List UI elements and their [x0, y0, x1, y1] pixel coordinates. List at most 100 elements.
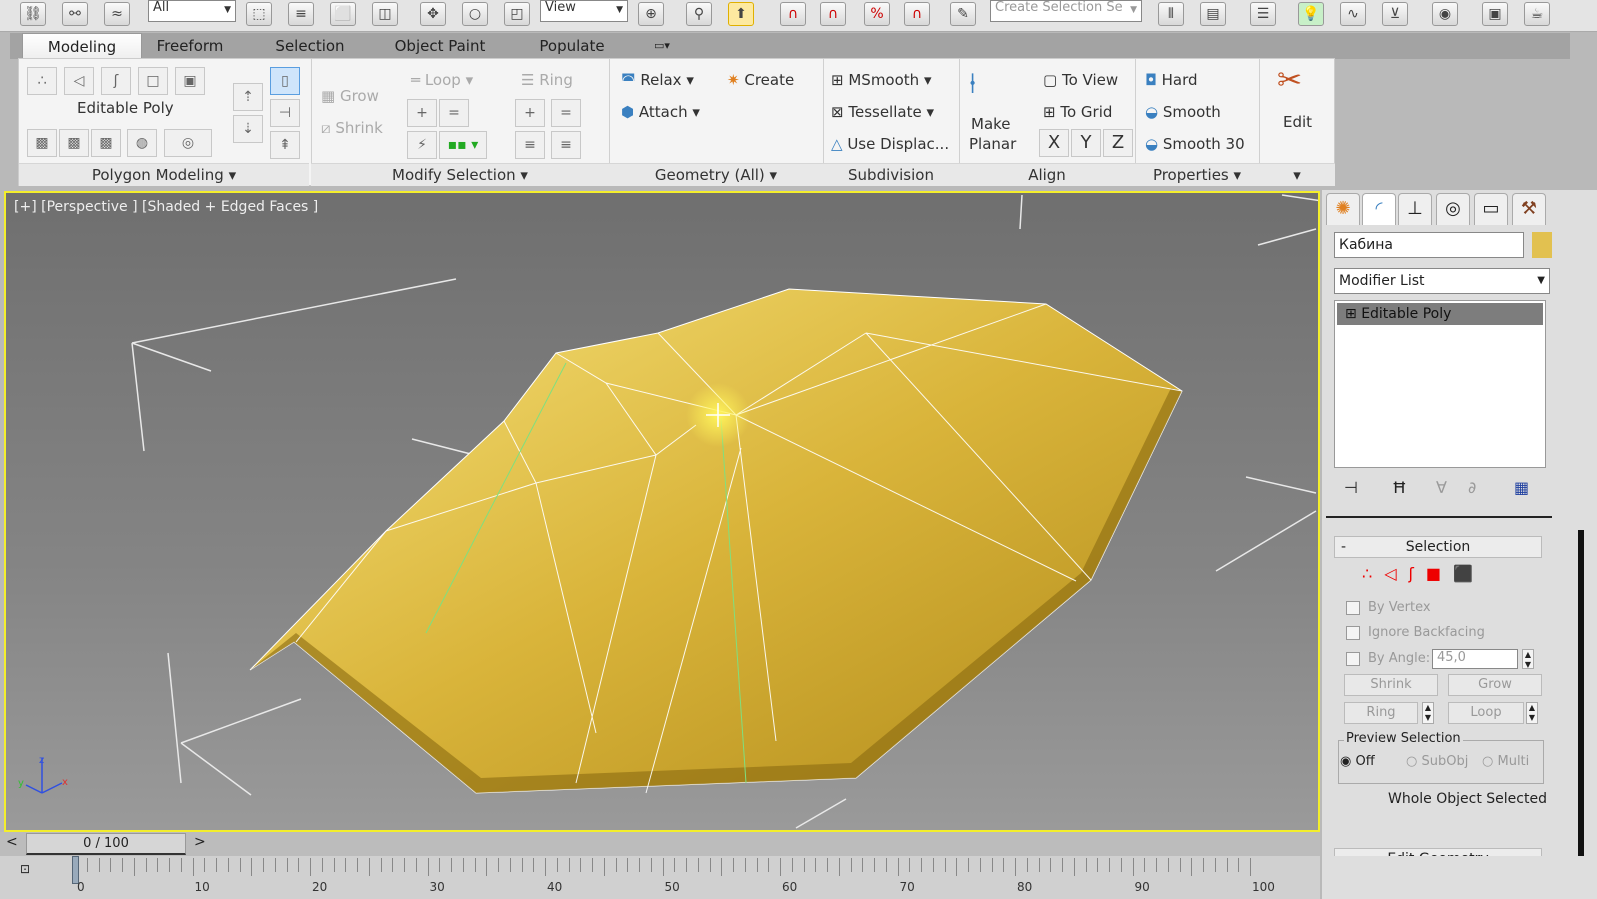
selection-rollout-header[interactable]: - Selection: [1334, 536, 1542, 558]
make-planar-icon[interactable]: ⍿: [969, 67, 976, 101]
panel-scrollbar[interactable]: [1578, 530, 1584, 890]
render-setup-icon[interactable]: ▣: [1482, 2, 1508, 26]
loop-button[interactable]: ═ Loop ▾: [411, 71, 473, 89]
modify-selection-footer[interactable]: Modify Selection ▾: [311, 163, 609, 186]
schematic-icon[interactable]: ⊻: [1382, 2, 1408, 26]
geometry-footer[interactable]: Geometry (All) ▾: [609, 163, 823, 186]
collapse-icon[interactable]: ⇞: [270, 131, 300, 159]
vertex-icon[interactable]: ∴: [1362, 564, 1384, 583]
hard-button[interactable]: ◘ Hard: [1145, 71, 1198, 89]
configure-modifier-sets-icon[interactable]: ▦: [1514, 478, 1529, 497]
make-planar-label-1[interactable]: Make: [971, 115, 1011, 133]
subdivision-footer[interactable]: Subdivision: [823, 163, 959, 186]
use-soft-selection-icon[interactable]: ▩: [27, 129, 57, 157]
align-z-button[interactable]: Z: [1103, 129, 1133, 157]
show-end-result-icon[interactable]: Ħ: [1392, 478, 1407, 497]
vertex-mode-icon[interactable]: ∴: [27, 67, 57, 95]
pivot-icon[interactable]: ⊕: [638, 2, 664, 26]
curve-editor-icon[interactable]: ∿: [1340, 2, 1366, 26]
edit-label[interactable]: Edit: [1283, 113, 1312, 131]
tab-populate[interactable]: Populate: [532, 33, 612, 59]
named-selection-input[interactable]: Create Selection Se: [990, 0, 1142, 22]
align-icon[interactable]: ▤: [1200, 2, 1226, 26]
motion-tab-icon[interactable]: ◎: [1436, 193, 1470, 225]
angle-snap-icon[interactable]: ∩: [820, 2, 846, 26]
use-displace-button[interactable]: △ Use Displac...: [831, 135, 949, 153]
scissors-icon[interactable]: ✂: [1277, 63, 1302, 98]
dot-ring-icon[interactable]: ≡: [551, 131, 581, 159]
edit-named-sel-icon[interactable]: ✎: [950, 2, 976, 26]
smooth-button[interactable]: ◒ Smooth: [1145, 103, 1221, 121]
layer-icon[interactable]: ☰: [1250, 2, 1276, 26]
ring-grow-icon[interactable]: +: [515, 99, 545, 127]
loop-mode-icon[interactable]: ⚡: [407, 131, 437, 159]
relax-button[interactable]: ◚ Relax ▾: [621, 71, 694, 89]
ring-mode-icon[interactable]: ≡: [515, 131, 545, 159]
align-footer[interactable]: Align: [959, 163, 1135, 186]
scale-icon[interactable]: ◰: [504, 2, 530, 26]
select-by-name-icon[interactable]: ≡: [288, 2, 314, 26]
create-tab-icon[interactable]: ✺: [1326, 193, 1360, 225]
material-editor-icon[interactable]: ◉: [1432, 2, 1458, 26]
object-color-swatch[interactable]: [1532, 232, 1552, 258]
polygon-mode-icon[interactable]: □: [138, 67, 168, 95]
snap-icon[interactable]: ∩: [780, 2, 806, 26]
unlink-icon[interactable]: ⚯: [62, 2, 88, 26]
edge-icon[interactable]: ◁: [1384, 564, 1408, 583]
preview-subobj-radio[interactable]: ○ SubObj: [1406, 754, 1468, 769]
show-end-result-icon[interactable]: ▯: [270, 67, 300, 95]
reference-coord-select[interactable]: View: [540, 0, 628, 22]
edit-expand-button[interactable]: ▾: [1259, 163, 1335, 186]
attach-button[interactable]: ⬢ Attach ▾: [621, 103, 700, 121]
angle-spinner[interactable]: ▲ ▼: [1522, 649, 1534, 669]
border-mode-icon[interactable]: ʃ: [101, 67, 131, 95]
ignore-backfacing-checkbox[interactable]: [1346, 626, 1360, 640]
msmooth-button[interactable]: ⊞ MSmooth ▾: [831, 71, 932, 89]
move-up-stack-icon[interactable]: ⇡: [233, 83, 263, 111]
grow-button[interactable]: Grow: [1448, 674, 1542, 696]
spinner-snap-icon[interactable]: ∩: [904, 2, 930, 26]
stack-item-editable-poly[interactable]: ⊞ Editable Poly: [1337, 303, 1543, 325]
ring-button[interactable]: ☰ Ring: [521, 71, 573, 89]
polygon-modeling-footer[interactable]: Polygon Modeling ▾: [19, 163, 309, 186]
percent-snap-icon[interactable]: %: [864, 2, 890, 26]
to-grid-button[interactable]: ⊞ To Grid: [1043, 103, 1112, 121]
rotate-icon[interactable]: ○: [462, 2, 488, 26]
make-planar-label-2[interactable]: Planar: [969, 135, 1016, 153]
rect-selection-icon[interactable]: ⬜: [330, 2, 356, 26]
tab-modeling[interactable]: Modeling: [22, 33, 142, 59]
align-x-button[interactable]: X: [1039, 129, 1069, 157]
tab-object-paint[interactable]: Object Paint: [390, 33, 490, 59]
track-bar[interactable]: ⊡ 0 10 20 30 40 50 60 70 80 90 100: [0, 856, 1320, 899]
by-vertex-checkbox[interactable]: [1346, 601, 1360, 615]
prev-frame-button[interactable]: <: [6, 834, 18, 850]
by-angle-input[interactable]: 45,0: [1432, 649, 1518, 669]
grow-button[interactable]: ▦ Grow: [321, 87, 379, 105]
by-angle-checkbox[interactable]: [1346, 652, 1360, 666]
loop-button[interactable]: Loop: [1448, 702, 1524, 724]
align-y-button[interactable]: Y: [1071, 129, 1101, 157]
create-button[interactable]: ✷ Create: [727, 71, 794, 89]
shrink-button[interactable]: Shrink: [1344, 674, 1438, 696]
tab-freeform[interactable]: Freeform: [150, 33, 230, 59]
modifier-icon-2[interactable]: ▩: [59, 129, 89, 157]
element-icon[interactable]: ⬛: [1453, 564, 1485, 583]
tessellate-button[interactable]: ⊠ Tessellate ▾: [831, 103, 934, 121]
preview-off-radio[interactable]: ◉ Off: [1340, 754, 1375, 769]
loop-spinner[interactable]: ▲ ▼: [1526, 702, 1538, 724]
link-icon[interactable]: ⛓: [20, 2, 46, 26]
to-view-button[interactable]: ▢ To View: [1043, 71, 1118, 89]
loop-minus-icon[interactable]: =: [439, 99, 469, 127]
loop-shift-icon[interactable]: +: [407, 99, 437, 127]
make-unique-icon[interactable]: ∀: [1436, 478, 1447, 497]
preview-multi-radio[interactable]: ○ Multi: [1482, 754, 1529, 769]
ring-shrink-icon[interactable]: =: [551, 99, 581, 127]
select-object-icon[interactable]: ⬚: [246, 2, 272, 26]
dot-loop-icon[interactable]: ▪▪ ▾: [439, 131, 487, 159]
border-icon[interactable]: ʃ: [1409, 564, 1426, 583]
modifier-list-dropdown[interactable]: Modifier List ▼: [1334, 268, 1550, 294]
time-slider[interactable]: 0 / 100: [26, 833, 186, 855]
display-tab-icon[interactable]: ▭: [1474, 193, 1508, 225]
hierarchy-tab-icon[interactable]: ⊥: [1398, 193, 1432, 225]
ring-spinner[interactable]: ▲ ▼: [1422, 702, 1434, 724]
